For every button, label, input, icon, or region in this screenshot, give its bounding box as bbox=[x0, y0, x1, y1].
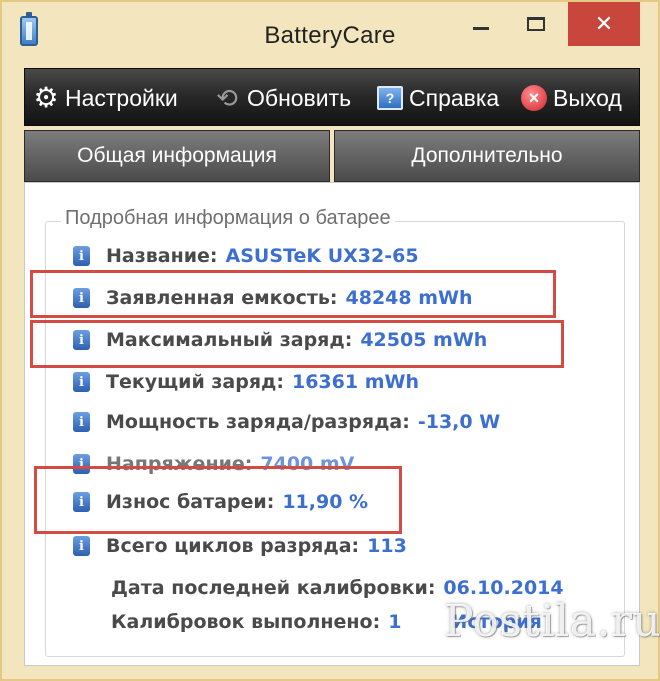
row-battery-name: i Название: ASUSTeK UX32-65 bbox=[73, 241, 419, 271]
refresh-label: Обновить bbox=[247, 84, 352, 111]
tab-advanced[interactable]: Дополнительно bbox=[334, 130, 640, 182]
help-button[interactable]: ? Справка bbox=[377, 69, 499, 127]
close-icon: ✕ bbox=[594, 11, 614, 37]
row-value: 16361 mWh bbox=[291, 371, 419, 393]
exit-x-icon: × bbox=[521, 85, 547, 111]
maximize-icon bbox=[527, 17, 545, 31]
info-icon[interactable]: i bbox=[73, 536, 90, 556]
info-icon[interactable]: i bbox=[73, 246, 90, 266]
settings-label: Настройки bbox=[65, 84, 178, 111]
row-value: -13,0 W bbox=[417, 411, 501, 433]
row-value: 113 bbox=[367, 535, 407, 557]
minimize-button[interactable] bbox=[452, 2, 510, 46]
row-discharge-cycles: i Всего циклов разряда: 113 bbox=[73, 531, 407, 561]
watermark-text: Postila.ru bbox=[444, 596, 660, 647]
row-label: Калибровок выполнено: bbox=[111, 611, 381, 633]
toolbar: ⚙ Настройки ⟲ Обновить ? Справка × Выход bbox=[24, 68, 640, 126]
help-label: Справка bbox=[409, 84, 500, 111]
exit-button[interactable]: × Выход bbox=[521, 69, 622, 127]
close-button[interactable]: ✕ bbox=[568, 2, 640, 46]
minimize-icon bbox=[473, 26, 489, 30]
row-label: Название: bbox=[106, 245, 218, 267]
row-label: Мощность заряда/разряда: bbox=[106, 411, 410, 433]
help-book-icon: ? bbox=[377, 86, 403, 110]
highlight-box-battery-wear bbox=[34, 466, 402, 534]
info-icon[interactable]: i bbox=[73, 412, 90, 432]
refresh-icon: ⟲ bbox=[216, 83, 238, 113]
tab-general-info[interactable]: Общая информация bbox=[24, 130, 330, 182]
title-bar[interactable]: BatteryCare ✕ bbox=[2, 2, 658, 68]
highlight-box-designed-capacity bbox=[30, 270, 556, 318]
row-value: ASUSTeK UX32-65 bbox=[225, 245, 419, 267]
group-title: Подробная информация о батарее bbox=[61, 207, 395, 230]
info-panel: Подробная информация о батарее i Названи… bbox=[24, 182, 640, 666]
row-label: Текущий заряд: bbox=[106, 371, 284, 393]
info-icon[interactable]: i bbox=[73, 372, 90, 392]
settings-button[interactable]: ⚙ Настройки bbox=[33, 69, 178, 127]
row-current-charge: i Текущий заряд: 16361 mWh bbox=[73, 367, 419, 397]
row-charge-rate: i Мощность заряда/разряда: -13,0 W bbox=[73, 407, 500, 437]
row-label: Всего циклов разряда: bbox=[106, 535, 360, 557]
exit-label: Выход bbox=[553, 84, 622, 111]
row-label: Дата последней калибровки: bbox=[111, 577, 436, 599]
highlight-box-max-charge bbox=[30, 320, 564, 368]
batterycare-window: BatteryCare ✕ ⚙ Настройки ⟲ Обновить ? С… bbox=[0, 0, 660, 681]
maximize-button[interactable] bbox=[508, 2, 564, 46]
refresh-button[interactable]: ⟲ Обновить bbox=[213, 69, 351, 127]
gear-icon: ⚙ bbox=[33, 82, 59, 113]
row-value: 1 bbox=[388, 611, 402, 633]
